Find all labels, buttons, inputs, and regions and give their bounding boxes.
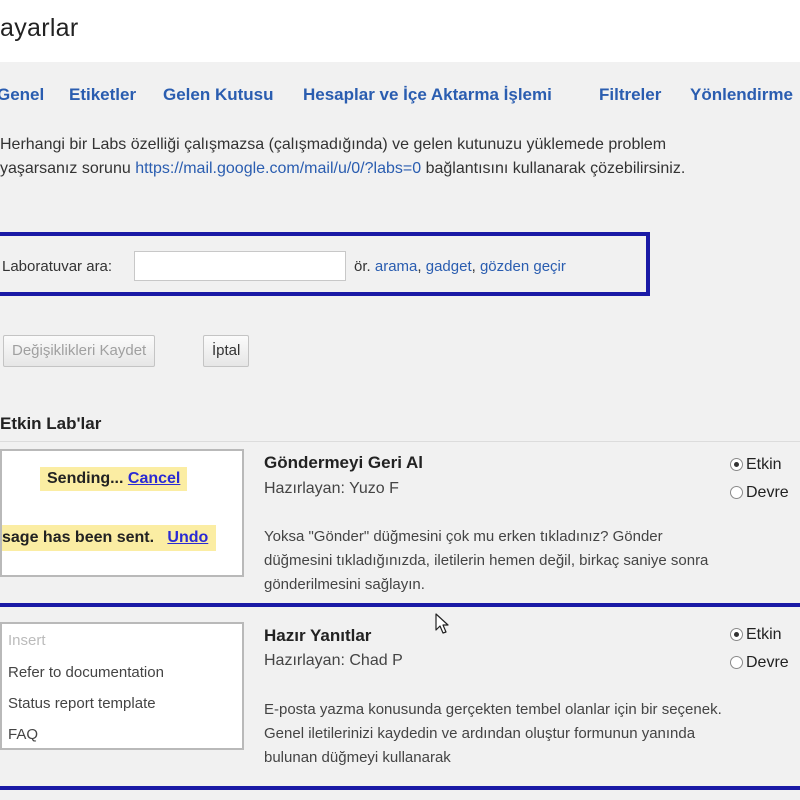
preview-cancel-link: Cancel xyxy=(127,470,181,487)
tab-filtreler[interactable]: Filtreler xyxy=(599,85,661,105)
sending-notice: Sending... Cancel xyxy=(40,467,188,491)
preview-undo-link: Undo xyxy=(167,529,209,546)
title-bar: ayarlar xyxy=(0,0,800,62)
search-label: Laboratuvar ara: xyxy=(2,258,113,275)
lab-description: Yoksa "Gönder" düğmesini çok mu erken tı… xyxy=(264,528,709,593)
lab-name: Hazır Yanıtlar xyxy=(264,626,372,645)
preview-canned-item: Status report template xyxy=(8,695,156,712)
lab-disable-option[interactable]: Devre xyxy=(730,654,789,672)
radio-enabled-icon[interactable] xyxy=(730,628,743,641)
radio-disabled-icon[interactable] xyxy=(730,656,743,669)
lab-author: Hazırlayan: Yuzo F xyxy=(264,480,399,497)
tab-yonlendirme[interactable]: Yönlendirme xyxy=(690,85,793,105)
sending-text: Sending... xyxy=(47,470,124,487)
search-example-gozden-gecir[interactable]: gözden geçir xyxy=(480,258,566,275)
disable-label: Devre xyxy=(746,654,789,671)
preview-canned-item: FAQ xyxy=(8,726,39,743)
lab-row-undo-send: Sending... Cancel sage has been sent. Un… xyxy=(0,447,800,607)
info-text-after: bağlantısını kullanarak çözebilirsiniz. xyxy=(421,160,686,177)
preview-insert-label: Insert xyxy=(8,632,46,649)
section-divider xyxy=(0,441,800,442)
lab-enable-option[interactable]: Etkin xyxy=(730,626,782,644)
tab-etiketler[interactable]: Etiketler xyxy=(69,85,136,105)
labs-disable-link[interactable]: https://mail.google.com/mail/u/0/?labs=0 xyxy=(135,160,421,177)
tab-genel[interactable]: Genel xyxy=(0,85,44,105)
search-hint: ör. arama, gadget, gözden geçir xyxy=(354,258,566,275)
tab-hesaplar[interactable]: Hesaplar ve İçe Aktarma İşlemi xyxy=(303,85,552,105)
radio-disabled-icon[interactable] xyxy=(730,486,743,499)
labs-search-highlight: Laboratuvar ara: ör. arama, gadget, gözd… xyxy=(0,232,650,296)
page-title: ayarlar xyxy=(0,14,79,42)
search-example-arama[interactable]: arama xyxy=(375,258,418,275)
disable-label: Devre xyxy=(746,484,789,501)
highlight-border-top xyxy=(0,603,800,607)
enable-label: Etkin xyxy=(746,626,782,643)
sent-text: sage has been sent. xyxy=(2,529,155,546)
lab-enable-option[interactable]: Etkin xyxy=(730,456,782,474)
lab-preview-canned-responses: Insert Refer to documentation Status rep… xyxy=(0,622,244,750)
radio-enabled-icon[interactable] xyxy=(730,458,743,471)
search-hint-prefix: ör. xyxy=(354,258,371,275)
search-example-gadget[interactable]: gadget xyxy=(426,258,472,275)
labs-info-text: Herhangi bir Labs özelliği çalışmazsa (ç… xyxy=(0,133,700,181)
tab-gelen-kutusu[interactable]: Gelen Kutusu xyxy=(163,85,274,105)
lab-disable-option[interactable]: Devre xyxy=(730,484,789,502)
sent-notice: sage has been sent. Undo xyxy=(2,525,217,551)
lab-row-canned-responses: Insert Refer to documentation Status rep… xyxy=(0,612,800,786)
lab-preview-undo-send: Sending... Cancel sage has been sent. Un… xyxy=(0,449,244,577)
save-changes-button[interactable]: Değişiklikleri Kaydet xyxy=(3,335,156,367)
labs-search-input[interactable] xyxy=(134,251,346,281)
mouse-cursor-icon xyxy=(435,613,449,634)
enable-label: Etkin xyxy=(746,456,782,473)
lab-description: E-posta yazma konusunda gerçekten tembel… xyxy=(264,701,722,766)
lab-name: Göndermeyi Geri Al xyxy=(264,453,424,472)
cancel-button[interactable]: İptal xyxy=(203,335,250,367)
highlight-border-bottom xyxy=(0,786,800,790)
active-labs-heading: Etkin Lab'lar xyxy=(0,414,102,433)
preview-canned-item: Refer to documentation xyxy=(8,664,164,681)
lab-author: Hazırlayan: Chad P xyxy=(264,652,403,669)
